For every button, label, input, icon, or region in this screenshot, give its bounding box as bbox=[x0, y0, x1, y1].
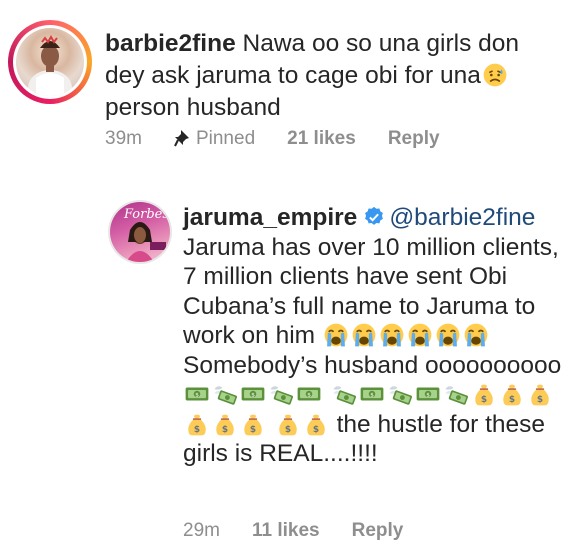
crying-face-icon bbox=[379, 322, 405, 348]
reply-jaruma-empire: Forbes jaruma_empire @barbie2fine Jaruma… bbox=[0, 190, 582, 559]
reply-likes[interactable]: 11 likes bbox=[252, 520, 320, 542]
money-bag-icon bbox=[275, 411, 301, 437]
pinned-label: Pinned bbox=[195, 128, 256, 149]
crying-face-icon bbox=[463, 322, 489, 348]
comment-text-end: person husband bbox=[105, 94, 281, 121]
dollar-banknote-icon bbox=[240, 381, 266, 407]
crying-face-icon bbox=[323, 322, 349, 348]
comment-username[interactable]: barbie2fine bbox=[105, 30, 236, 57]
reply-reply-button[interactable]: Reply bbox=[352, 520, 404, 542]
crying-face-icon bbox=[435, 322, 461, 348]
pin-icon bbox=[174, 130, 189, 147]
money-with-wings-icon bbox=[331, 381, 357, 407]
comment-likes[interactable]: 21 likes bbox=[287, 128, 356, 150]
dollar-banknote-icon bbox=[296, 381, 322, 407]
avatar-barbie2fine[interactable] bbox=[13, 25, 87, 99]
comment-meta: 39m Pinned 21 likes Reply bbox=[105, 128, 472, 150]
sad-face-icon bbox=[482, 62, 508, 88]
reply-time: 29m bbox=[183, 520, 220, 541]
money-with-wings-icon bbox=[387, 381, 413, 407]
crying-face-icon bbox=[407, 322, 433, 348]
reply-button[interactable]: Reply bbox=[388, 128, 440, 150]
reply-meta: 29m 11 likes Reply bbox=[183, 520, 435, 542]
profile-photo-illustration bbox=[28, 35, 72, 96]
mention-link[interactable]: @barbie2fine bbox=[389, 204, 535, 231]
magazine-cover-illustration: Forbes bbox=[123, 207, 169, 262]
money-bag-icon bbox=[471, 381, 497, 407]
reply-text-block: jaruma_empire @barbie2fine Jaruma has ov… bbox=[183, 203, 573, 469]
dollar-banknote-icon bbox=[415, 381, 441, 407]
money-bag-icon bbox=[527, 381, 553, 407]
dollar-banknote-icon bbox=[359, 381, 385, 407]
comment-time: 39m bbox=[105, 128, 142, 149]
pinned-indicator: Pinned bbox=[174, 128, 255, 150]
money-bag-icon bbox=[212, 411, 238, 437]
money-bag-icon bbox=[303, 411, 329, 437]
money-bag-icon bbox=[184, 411, 210, 437]
money-with-wings-icon bbox=[268, 381, 294, 407]
dollar-banknote-icon bbox=[184, 381, 210, 407]
verified-badge-icon bbox=[365, 206, 384, 225]
money-with-wings-icon bbox=[212, 381, 238, 407]
money-bag-icon bbox=[240, 411, 266, 437]
profile-photo bbox=[16, 28, 84, 96]
crying-face-icon bbox=[351, 322, 377, 348]
avatar-jaruma-empire[interactable]: Forbes bbox=[110, 202, 170, 262]
reply-text-2: Somebody’s husband oooooooooo bbox=[183, 351, 562, 379]
reply-username[interactable]: jaruma_empire bbox=[183, 204, 357, 231]
comment-text-block: barbie2fine Nawa oo so una girls don dey… bbox=[105, 28, 565, 124]
comment-barbie2fine: barbie2fine Nawa oo so una girls don dey… bbox=[0, 0, 582, 190]
money-bag-icon bbox=[499, 381, 525, 407]
money-with-wings-icon bbox=[443, 381, 469, 407]
